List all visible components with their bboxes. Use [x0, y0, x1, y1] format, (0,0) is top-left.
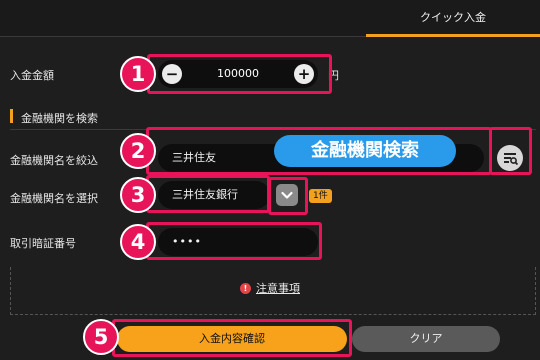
- step-marker-2: 2: [120, 133, 156, 169]
- highlight-confirm: [112, 319, 352, 357]
- bank-search-callout: 金融機関検索: [274, 135, 456, 167]
- step-marker-5: 5: [83, 319, 119, 355]
- highlight-dropdown-toggle: [268, 177, 308, 215]
- highlight-pin: [146, 222, 322, 260]
- info-icon: !: [240, 283, 251, 294]
- highlight-search-button: [489, 127, 532, 175]
- tab-quick-deposit[interactable]: クイック入金: [366, 0, 540, 37]
- pin-label: 取引暗証番号: [10, 237, 76, 250]
- notice-link[interactable]: 注意事項: [256, 282, 300, 295]
- step-marker-4: 4: [120, 224, 156, 260]
- bank-select-label: 金融機関名を選択: [10, 192, 98, 205]
- section-accent-bar: [10, 109, 13, 123]
- section-title: 金融機関を検索: [21, 112, 98, 125]
- step-marker-1: 1: [120, 56, 156, 92]
- highlight-bank-select: [146, 175, 270, 213]
- highlight-amount: [147, 54, 332, 94]
- notice-row: ! 注意事項: [0, 280, 540, 296]
- result-count-badge: 1件: [309, 189, 332, 203]
- amount-label: 入金金額: [10, 69, 54, 82]
- step-marker-3: 3: [120, 177, 156, 213]
- bank-filter-label: 金融機関名を絞込: [10, 154, 98, 167]
- clear-button[interactable]: クリア: [352, 326, 500, 352]
